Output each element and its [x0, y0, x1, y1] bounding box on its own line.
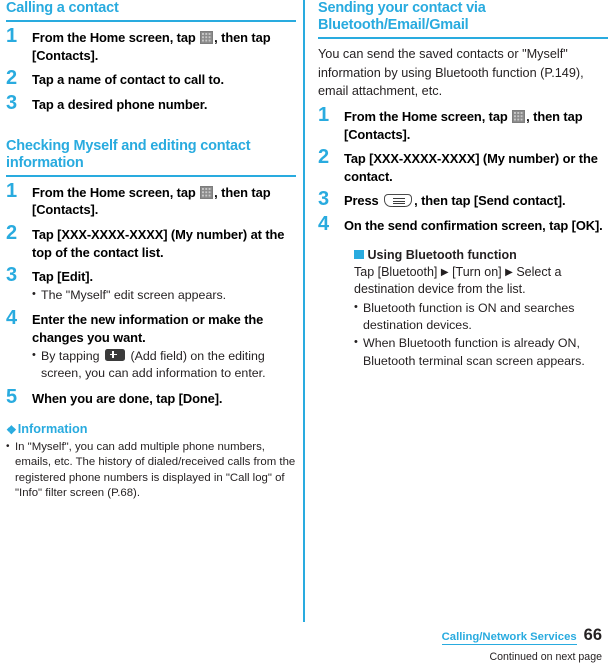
section-title-checking-myself: Checking Myself and editing contact info…: [6, 137, 251, 171]
step-item: 2 Tap [XXX-XXXX-XXXX] (My number) or the…: [318, 146, 608, 185]
step-number: 3: [318, 188, 330, 211]
step-text: Tap [XXX-XXXX-XXXX] (My number) or the c…: [344, 151, 598, 184]
launcher-grid-icon: [200, 31, 214, 45]
step-text-before-icon: From the Home screen, tap: [32, 184, 196, 200]
information-heading-label: Information: [17, 422, 88, 437]
step-bullet-list: By tapping (Add field) on the editing sc…: [32, 347, 296, 383]
step-item: 2 Tap a name of contact to call to.: [6, 67, 296, 90]
step-text: Enter the new information or make the ch…: [32, 312, 264, 345]
step-number: 1: [6, 179, 18, 202]
step-item: 4 Enter the new information or make the …: [6, 307, 296, 383]
step-text: From the Home screen, tap , then tap [Co…: [32, 29, 296, 64]
subsection-bullet-list: Bluetooth function is ON and searches de…: [354, 299, 608, 370]
step-item: 2 Tap [XXX-XXXX-XXXX] (My number) at the…: [6, 221, 296, 261]
continued-on-next-page-note: Continued on next page: [489, 651, 602, 663]
information-heading: ❖Information: [6, 421, 296, 438]
step-number: 1: [6, 25, 18, 48]
subsection-body: Tap [Bluetooth] ▶ [Turn on] ▶ Select a d…: [354, 264, 608, 299]
subsection-body-part1: Tap [Bluetooth]: [354, 264, 438, 279]
section-rule: [318, 37, 608, 40]
footer-chapter-tab[interactable]: Calling/Network Services: [441, 631, 577, 645]
section-rule: [6, 174, 296, 177]
subsection-using-bluetooth: Using Bluetooth function Tap [Bluetooth]…: [318, 247, 608, 371]
step-item: 3 Tap [Edit]. The "Myself" edit screen a…: [6, 264, 296, 305]
subsection-heading: Using Bluetooth function: [354, 247, 608, 263]
step-item: 3 Tap a desired phone number.: [6, 91, 296, 114]
step-text: From the Home screen, tap , then tap [Co…: [344, 108, 608, 143]
step-number: 3: [6, 91, 18, 114]
step-text: From the Home screen, tap , then tap [Co…: [32, 184, 296, 219]
step-bullet-list: The "Myself" edit screen appears.: [32, 286, 296, 305]
step-text-before-icon: From the Home screen, tap: [32, 30, 196, 46]
launcher-grid-icon: [200, 185, 214, 199]
page-number: 66: [583, 626, 602, 644]
step-text-after-icon: , then tap [Send contact].: [414, 193, 566, 209]
launcher-grid-icon: [512, 109, 526, 123]
footer: Calling/Network Services 66: [441, 626, 602, 645]
subsection-bullet: When Bluetooth function is already ON, B…: [354, 334, 608, 370]
step-item: 1 From the Home screen, tap , then tap […: [6, 179, 296, 219]
step-text: When you are done, tap [Done].: [32, 390, 223, 406]
step-number: 4: [6, 307, 18, 330]
step-item: 3 Press , then tap [Send contact].: [318, 188, 608, 211]
menu-key-icon: [384, 194, 413, 208]
step-bullet: By tapping (Add field) on the editing sc…: [32, 347, 296, 383]
step-bullet: The "Myself" edit screen appears.: [32, 286, 296, 305]
subsection-body-part2: [Turn on]: [452, 264, 502, 279]
manual-page: Calling a contact 1 From the Home screen…: [0, 0, 608, 665]
step-text: Tap [XXX-XXXX-XXXX] (My number) at the t…: [32, 226, 285, 260]
section-rule: [6, 20, 296, 23]
arrow-right-icon: ▶: [505, 266, 513, 278]
right-column: Sending your contact via Bluetooth/Email…: [318, 0, 608, 370]
step-item: 4 On the send confirmation screen, tap […: [318, 212, 608, 235]
add-field-icon: [105, 348, 126, 361]
step-number: 2: [6, 221, 18, 244]
step-item: 5 When you are done, tap [Done].: [6, 385, 296, 408]
step-text: On the send confirmation screen, tap [OK…: [344, 217, 603, 233]
step-text-before-icon: Press: [344, 193, 379, 209]
step-text: Tap a name of contact to call to.: [32, 72, 224, 88]
subsection-heading-label: Using Bluetooth function: [367, 247, 517, 262]
blue-square-icon: [354, 249, 364, 260]
step-number: 4: [318, 212, 330, 235]
step-item: 1 From the Home screen, tap , then tap […: [6, 25, 296, 64]
bullet-text-before-icon: By tapping: [41, 348, 100, 363]
step-text: Tap [Edit].: [32, 269, 93, 285]
step-text-before-icon: From the Home screen, tap: [344, 108, 508, 124]
section-title-calling-a-contact: Calling a contact: [6, 0, 119, 16]
step-number: 3: [6, 264, 18, 287]
step-number: 2: [318, 146, 330, 169]
step-number: 1: [318, 103, 330, 126]
left-column: Calling a contact 1 From the Home screen…: [6, 0, 296, 501]
column-divider: [303, 0, 305, 622]
information-block: ❖Information In "Myself", you can add mu…: [6, 421, 296, 501]
section-title-sending-your-contact: Sending your contact via Bluetooth/Email…: [318, 0, 486, 33]
step-text: Tap a desired phone number.: [32, 96, 208, 112]
subsection-bullet: Bluetooth function is ON and searches de…: [354, 299, 608, 335]
step-text: Press , then tap [Send contact].: [344, 192, 608, 210]
section-intro-paragraph: You can send the saved contacts or "Myse…: [318, 47, 584, 99]
step-number: 2: [6, 67, 18, 90]
information-item: In "Myself", you can add multiple phone …: [6, 439, 296, 502]
step-number: 5: [6, 385, 18, 408]
diamond-cluster-icon: ❖: [6, 422, 17, 437]
arrow-right-icon: ▶: [440, 266, 449, 278]
information-list: In "Myself", you can add multiple phone …: [6, 439, 296, 502]
step-item: 1 From the Home screen, tap , then tap […: [318, 103, 608, 143]
